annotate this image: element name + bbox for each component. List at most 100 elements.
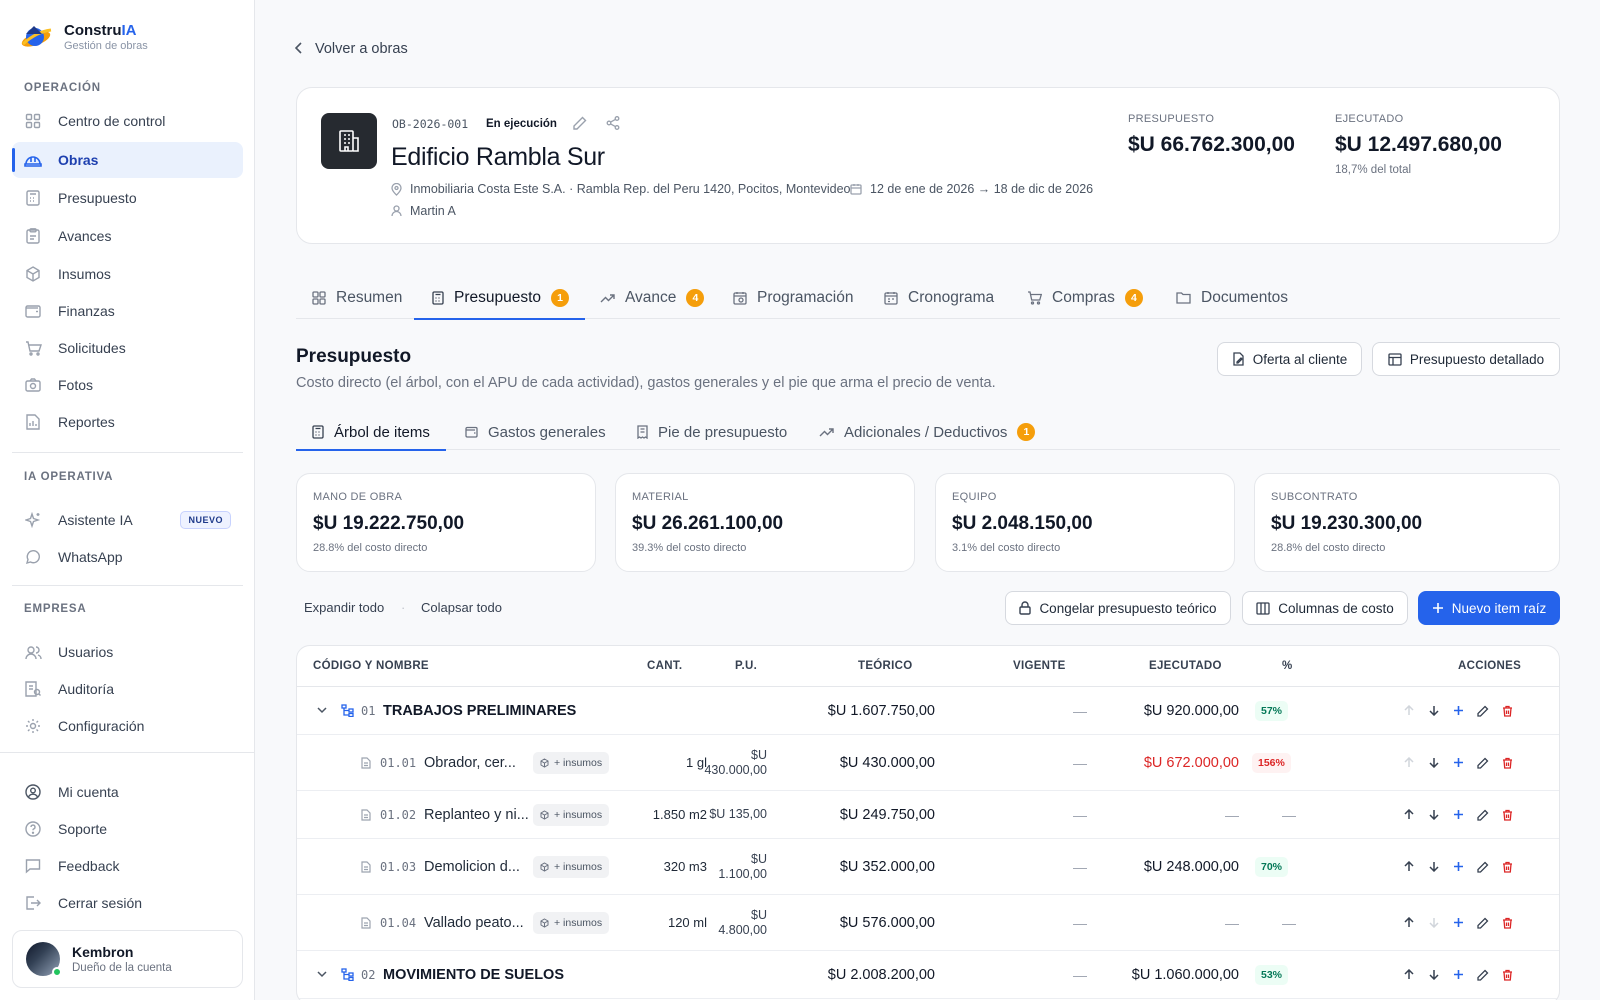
sidebar-item-avances[interactable]: Avances	[12, 218, 243, 254]
tab-resumen[interactable]: Resumen	[312, 276, 402, 319]
ejecutado-value: $U 672.000,00	[1143, 754, 1239, 771]
add-child-icon[interactable]	[1453, 951, 1464, 998]
insumos-chip[interactable]: + insumos	[533, 895, 610, 950]
table-row[interactable]: 01 TRABAJOS PRELIMINARES $U 1.607.750,00…	[297, 687, 1559, 735]
sidebar-item-fotos[interactable]: Fotos	[12, 367, 243, 403]
arrow-down-icon[interactable]	[1429, 735, 1439, 790]
trash-icon[interactable]	[1502, 839, 1513, 894]
oferta-cliente-button[interactable]: Oferta al cliente	[1217, 342, 1362, 376]
arrow-down-icon[interactable]	[1429, 687, 1439, 734]
calendar-icon	[884, 291, 898, 305]
insumos-chip[interactable]: + insumos	[533, 839, 610, 894]
cost-columns-button[interactable]: Columnas de costo	[1242, 591, 1408, 625]
trash-icon[interactable]	[1502, 687, 1513, 734]
arrow-up-icon[interactable]	[1404, 895, 1414, 950]
table-row[interactable]: 01.01 Obrador, cer... + insumos 1 gl $U 4…	[297, 735, 1559, 791]
sidebar-item-auditoria[interactable]: Auditoría	[12, 671, 243, 707]
sidebar-item-insumos[interactable]: Insumos	[12, 256, 243, 292]
add-child-icon[interactable]	[1453, 895, 1464, 950]
wallet-icon	[24, 302, 42, 320]
edit-icon[interactable]	[1477, 791, 1489, 838]
sidebar-item-finanzas[interactable]: Finanzas	[12, 293, 243, 329]
tab-programacion[interactable]: Programación	[733, 276, 854, 319]
arrow-down-icon[interactable]	[1429, 895, 1439, 950]
project-location: Inmobiliaria Costa Este S.A. · Rambla Re…	[391, 182, 851, 196]
sidebar-item-presupuesto[interactable]: Presupuesto	[12, 180, 243, 216]
sidebar-item-obras[interactable]: Obras	[12, 142, 243, 178]
brand-name: ConstruIA	[64, 22, 137, 39]
chevron-down-icon[interactable]	[317, 951, 327, 998]
arrow-up-icon[interactable]	[1404, 735, 1414, 790]
tab-avance[interactable]: Avance 4	[600, 276, 705, 319]
subtab-adicionales-deductivos[interactable]: Adicionales / Deductivos 1	[819, 414, 1036, 450]
tab-cronograma[interactable]: Cronograma	[884, 276, 994, 319]
insumos-chip[interactable]: + insumos	[533, 735, 610, 790]
percent-value: —	[1282, 806, 1296, 823]
sidebar-item-configuracion[interactable]: Configuración	[12, 708, 243, 744]
collapse-all-link[interactable]: Colapsar todo	[421, 600, 502, 615]
sidebar-item-usuarios[interactable]: Usuarios	[12, 634, 243, 670]
sidebar-item-label: Configuración	[58, 718, 145, 734]
add-child-icon[interactable]	[1453, 791, 1464, 838]
subtab-gastos-generales[interactable]: Gastos generales	[465, 414, 606, 450]
edit-icon[interactable]	[1477, 687, 1489, 734]
audit-icon	[24, 680, 42, 698]
table-row[interactable]: 02 MOVIMIENTO DE SUELOS $U 2.008.200,00 …	[297, 951, 1559, 999]
chevron-down-icon[interactable]	[317, 687, 327, 734]
user-card[interactable]: Kembron Dueño de la cuenta	[12, 930, 243, 988]
sidebar-item-feedback[interactable]: Feedback	[12, 848, 243, 884]
edit-icon[interactable]	[573, 116, 587, 133]
insumos-chip[interactable]: + insumos	[533, 791, 610, 838]
add-child-icon[interactable]	[1453, 687, 1464, 734]
sidebar-item-asistente-ia[interactable]: Asistente IA NUEVO	[12, 502, 243, 538]
subtab-pie-de-presupuesto[interactable]: Pie de presupuesto	[637, 414, 787, 450]
table-row[interactable]: 01.02 Replanteo y ni... + insumos 1.850 …	[297, 791, 1559, 839]
sidebar-item-cerrar-sesion[interactable]: Cerrar sesión	[12, 885, 243, 921]
percent-value: —	[1282, 914, 1296, 931]
sidebar-item-solicitudes[interactable]: Solicitudes	[12, 330, 243, 366]
sidebar-item-soporte[interactable]: Soporte	[12, 811, 243, 847]
sidebar-item-label: Asistente IA	[58, 512, 133, 528]
trash-icon[interactable]	[1502, 735, 1513, 790]
trash-icon[interactable]	[1502, 895, 1513, 950]
edit-icon[interactable]	[1477, 951, 1489, 998]
table-row[interactable]: 01.04 Vallado peato... + insumos 120 ml …	[297, 895, 1559, 951]
add-child-icon[interactable]	[1453, 735, 1464, 790]
sidebar-item-reportes[interactable]: Reportes	[12, 404, 243, 440]
tree-icon	[341, 687, 354, 734]
column-header-teorico: TEÓRICO	[858, 660, 913, 672]
trash-icon[interactable]	[1502, 951, 1513, 998]
arrow-up-icon[interactable]	[1404, 687, 1414, 734]
sidebar-item-mi-cuenta[interactable]: Mi cuenta	[12, 774, 243, 810]
add-child-icon[interactable]	[1453, 839, 1464, 894]
arrow-up-icon[interactable]	[1404, 951, 1414, 998]
edit-icon[interactable]	[1477, 839, 1489, 894]
presupuesto-detallado-button[interactable]: Presupuesto detallado	[1372, 342, 1560, 376]
file-icon	[361, 791, 371, 838]
freeze-budget-button[interactable]: Congelar presupuesto teórico	[1005, 591, 1231, 625]
arrow-down-icon[interactable]	[1429, 791, 1439, 838]
arrow-up-icon[interactable]	[1404, 839, 1414, 894]
table-icon	[1388, 352, 1402, 366]
sidebar-item-centro-de-control[interactable]: Centro de control	[12, 103, 243, 139]
tab-documentos[interactable]: Documentos	[1176, 276, 1288, 319]
arrow-down-icon[interactable]	[1429, 951, 1439, 998]
user-icon	[391, 205, 402, 217]
table-row[interactable]: 01.03 Demolicion d... + insumos 320 m3 $…	[297, 839, 1559, 895]
trash-icon[interactable]	[1502, 791, 1513, 838]
sidebar-item-whatsapp[interactable]: WhatsApp	[12, 539, 243, 575]
share-icon[interactable]	[606, 116, 620, 133]
brand[interactable]: ConstruIA Gestión de obras	[18, 22, 148, 52]
tab-presupuesto[interactable]: Presupuesto 1	[413, 276, 586, 320]
edit-icon[interactable]	[1477, 895, 1489, 950]
column-header-percent: %	[1282, 660, 1293, 672]
folder-icon	[1176, 292, 1191, 304]
expand-all-link[interactable]: Expandir todo	[304, 600, 384, 615]
arrow-down-icon[interactable]	[1429, 839, 1439, 894]
new-root-item-button[interactable]: Nuevo item raíz	[1418, 591, 1560, 625]
back-link[interactable]: Volver a obras	[294, 41, 408, 57]
tab-compras[interactable]: Compras 4	[1027, 276, 1143, 319]
arrow-up-icon[interactable]	[1404, 791, 1414, 838]
edit-icon[interactable]	[1477, 735, 1489, 790]
subtab-arbol-de-items[interactable]: Árbol de items	[296, 414, 446, 451]
